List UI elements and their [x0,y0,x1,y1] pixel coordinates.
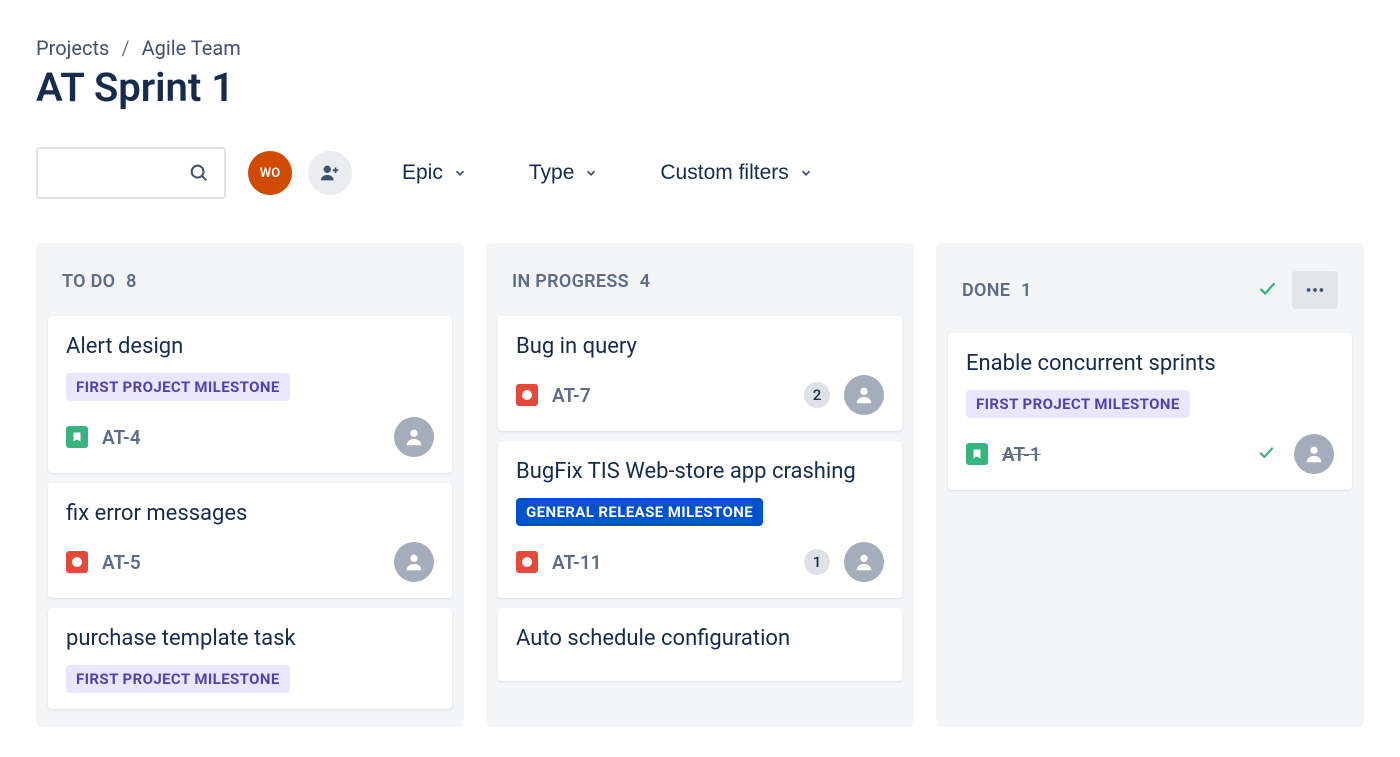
filter-type[interactable]: Type [517,155,611,191]
column-title: In Progress [512,271,629,292]
issue-card[interactable]: Alert design First Project Milestone AT-4 [48,316,452,473]
add-person-button[interactable] [308,151,352,195]
issue-key[interactable]: AT-4 [102,426,141,449]
bug-icon [66,551,88,573]
assignee-avatar[interactable] [1294,434,1334,474]
column-header: To Do 8 [44,243,456,316]
assignee-avatar[interactable] [844,375,884,415]
subtask-count-badge: 2 [804,382,830,408]
column-count: 1 [1021,280,1032,301]
breadcrumb-root[interactable]: Projects [36,36,109,60]
add-person-icon [319,162,341,184]
breadcrumb-project[interactable]: Agile Team [142,36,241,60]
filter-custom-label: Custom filters [660,161,788,185]
card-footer: AT-1 [966,434,1334,474]
card-footer: AT-5 [66,542,434,582]
person-icon [853,551,875,573]
search-icon [188,162,210,184]
board-column: In Progress 4 Bug in query AT-7 2 BugFix TIS… [486,243,914,727]
board-column: Done 1 Enable concurrent sprints First Pro… [936,243,1364,727]
card-title: Alert design [66,334,434,359]
done-check-icon [1256,442,1276,466]
card-title: fix error messages [66,501,434,526]
filter-epic[interactable]: Epic [390,155,479,191]
search-input[interactable] [36,147,226,199]
epic-label[interactable]: First Project Milestone [966,390,1190,418]
column-count: 8 [126,271,137,292]
person-icon [853,384,875,406]
column-more-button[interactable] [1292,271,1338,309]
column-count: 4 [640,271,651,292]
issue-card[interactable]: BugFix TIS Web-store app crashing General… [498,441,902,598]
issue-key[interactable]: AT-11 [552,551,602,574]
card-title: purchase template task [66,626,434,651]
breadcrumb: Projects / Agile Team [36,36,1364,60]
epic-label[interactable]: First Project Milestone [66,373,290,401]
column-title: Done [962,280,1010,301]
person-icon [403,551,425,573]
issue-key[interactable]: AT-1 [1002,443,1041,466]
chevron-down-icon [799,166,813,180]
column-header: In Progress 4 [494,243,906,316]
chevron-down-icon [453,166,467,180]
epic-label[interactable]: First Project Milestone [66,665,290,693]
person-icon [1303,443,1325,465]
story-icon [66,426,88,448]
filter-epic-label: Epic [402,161,443,185]
assignee-avatar[interactable] [394,542,434,582]
chevron-down-icon [584,166,598,180]
issue-card[interactable]: fix error messages AT-5 [48,483,452,598]
issue-card[interactable]: purchase template task First Project Mile… [48,608,452,709]
card-title: Bug in query [516,334,884,359]
column-title: To Do [62,271,115,292]
kanban-board: To Do 8 Alert design First Project Milesto… [36,243,1364,727]
card-title: BugFix TIS Web-store app crashing [516,459,884,484]
filter-custom[interactable]: Custom filters [648,155,824,191]
assignee-avatar[interactable] [394,417,434,457]
board-column: To Do 8 Alert design First Project Milesto… [36,243,464,727]
more-icon [1304,279,1326,301]
assignee-avatar[interactable] [844,542,884,582]
issue-card[interactable]: Auto schedule configuration [498,608,902,681]
toolbar: WO Epic Type Custom filters [36,147,1364,199]
bug-icon [516,384,538,406]
issue-card[interactable]: Enable concurrent sprints First Project M… [948,333,1352,490]
avatar-current-user[interactable]: WO [248,151,292,195]
card-title: Enable concurrent sprints [966,351,1334,376]
check-icon [1256,277,1278,304]
story-icon [966,443,988,465]
card-footer: AT-11 1 [516,542,884,582]
bug-icon [516,551,538,573]
issue-key[interactable]: AT-7 [552,384,591,407]
card-footer: AT-7 2 [516,375,884,415]
issue-card[interactable]: Bug in query AT-7 2 [498,316,902,431]
subtask-count-badge: 1 [804,549,830,575]
issue-key[interactable]: AT-5 [102,551,141,574]
epic-label[interactable]: General Release Milestone [516,498,763,526]
filter-type-label: Type [529,161,575,185]
breadcrumb-separator: / [121,36,129,60]
card-title: Auto schedule configuration [516,626,884,651]
card-footer: AT-4 [66,417,434,457]
person-icon [403,426,425,448]
page-title: AT Sprint 1 [36,64,1364,111]
column-header: Done 1 [944,243,1356,333]
